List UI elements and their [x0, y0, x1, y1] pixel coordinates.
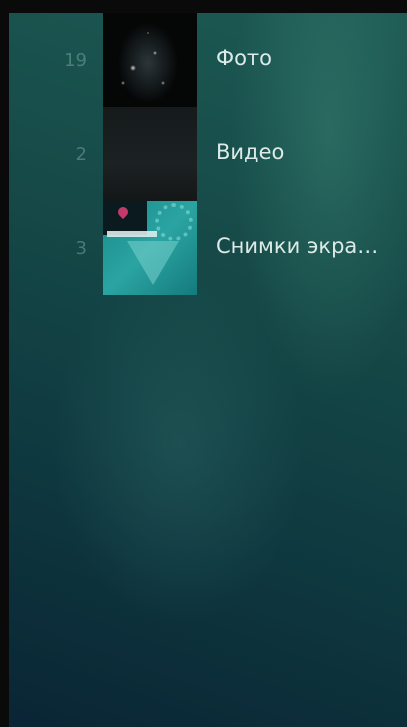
album-thumbnail-photos [103, 13, 197, 107]
gallery-screen: 19 Фото 2 Видео 3 Снимки экра… [9, 13, 407, 727]
thumbnail-card-image [103, 201, 147, 235]
gear-icon [155, 203, 193, 241]
album-item-photos[interactable]: 19 Фото [9, 13, 407, 107]
album-title: Видео [216, 140, 285, 164]
album-count: 19 [64, 50, 87, 71]
album-item-screenshots[interactable]: 3 Снимки экра… [9, 201, 407, 295]
album-count: 3 [75, 238, 87, 259]
thumbnail-emblem-icon [127, 241, 179, 285]
album-thumbnail-screenshots [103, 201, 197, 295]
album-title: Фото [216, 46, 273, 70]
album-thumbnail-videos [103, 107, 197, 201]
album-count: 2 [75, 144, 87, 165]
thumbnail-bar-image [107, 231, 157, 237]
album-title: Снимки экра… [216, 234, 379, 258]
album-item-videos[interactable]: 2 Видео [9, 107, 407, 201]
